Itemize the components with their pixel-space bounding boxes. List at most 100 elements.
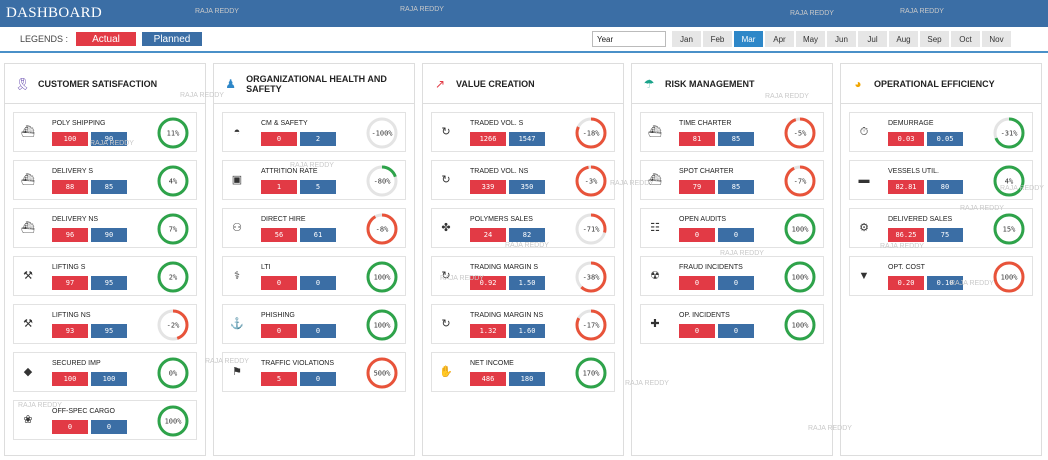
- ribbon-icon: 🎗: [15, 76, 31, 91]
- kpi-percent: 4%: [169, 178, 178, 186]
- kpi-card[interactable]: ◆ SECURED IMP 100 100 0%: [13, 352, 197, 392]
- ship-icon: ⛴: [648, 174, 662, 186]
- kpi-name: OFF-SPEC CARGO: [52, 408, 116, 415]
- kpi-card[interactable]: ↻ TRADED VOL. NS 339 350 -3%: [431, 160, 615, 200]
- kpi-name: LIFTING NS: [52, 312, 91, 319]
- month-oct-button[interactable]: Oct: [951, 31, 980, 47]
- kpi-card[interactable]: ⚇ DIRECT HIRE 56 61 -8%: [222, 208, 406, 248]
- kpi-card[interactable]: ⚕ LTI 0 0 100%: [222, 256, 406, 296]
- section-title: OPERATIONAL EFFICIENCY: [874, 78, 995, 89]
- kpi-planned-value: 180: [509, 372, 545, 386]
- kpi-planned-value: 95: [91, 276, 127, 290]
- kpi-percent: 0%: [169, 370, 178, 378]
- progress-ring: 15%: [993, 213, 1025, 245]
- ship-icon: ⛴: [21, 126, 35, 138]
- kpi-card[interactable]: ✚ OP. INCIDENTS 0 0 100%: [640, 304, 824, 344]
- month-jun-button[interactable]: Jun: [827, 31, 856, 47]
- kpi-card[interactable]: ◓ CM & SAFETY 0 2 -100%: [222, 112, 406, 152]
- kpi-card[interactable]: ❀ OFF-SPEC CARGO 0 0 100%: [13, 400, 197, 440]
- kpi-planned-value: 95: [91, 324, 127, 338]
- kpi-card[interactable]: ▼ OPT. COST 0.20 0.10 100%: [849, 256, 1033, 296]
- kpi-percent: 4%: [1005, 178, 1014, 186]
- incident-icon: ✚: [650, 318, 660, 330]
- kpi-card[interactable]: ⛴ SPOT CHARTER 79 85 -7%: [640, 160, 824, 200]
- kpi-card[interactable]: ↻ TRADING MARGIN NS 1.32 1.60 -17%: [431, 304, 615, 344]
- kpi-percent: -80%: [374, 178, 392, 186]
- month-aug-button[interactable]: Aug: [889, 31, 918, 47]
- kpi-name: ATTRITION RATE: [261, 168, 318, 175]
- progress-ring: 4%: [993, 165, 1025, 197]
- progress-ring: -80%: [366, 165, 398, 197]
- kpi-planned-value: 100: [91, 372, 127, 386]
- kpi-name: SECURED IMP: [52, 360, 101, 367]
- kpi-percent: 100%: [1001, 274, 1019, 282]
- kpi-percent: 100%: [374, 322, 392, 330]
- kpi-card[interactable]: ⛴ DELIVERY NS 96 90 7%: [13, 208, 197, 248]
- kpi-actual-value: 100: [52, 372, 88, 386]
- kpi-card[interactable]: ☷ OPEN AUDITS 0 0 100%: [640, 208, 824, 248]
- month-filter: Jan Feb Mar Apr May Jun Jul Aug Sep Oct Nov: [672, 31, 1013, 47]
- kpi-card[interactable]: ▣ ATTRITION RATE 1 5 -80%: [222, 160, 406, 200]
- kpi-actual-value: 79: [679, 180, 715, 194]
- section-organizational-health-and-safety: ♟ ORGANIZATIONAL HEALTH AND SAFETY ◓ CM & S…: [213, 63, 415, 456]
- kpi-percent: -38%: [583, 274, 601, 282]
- kpi-planned-value: 85: [718, 132, 754, 146]
- month-nov-button[interactable]: Nov: [982, 31, 1011, 47]
- money-cycle-icon: ↻: [441, 174, 451, 186]
- kpi-card[interactable]: ⚒ LIFTING S 97 95 2%: [13, 256, 197, 296]
- kpi-card[interactable]: ✋ NET INCOME 486 180 170%: [431, 352, 615, 392]
- kpi-card[interactable]: ⚓ PHISHING 0 0 100%: [222, 304, 406, 344]
- kpi-card[interactable]: ⚒ LIFTING NS 93 95 -2%: [13, 304, 197, 344]
- section-operational-efficiency: ◕ OPERATIONAL EFFICIENCY ⏱ DEMURRAGE 0.03 0.0…: [840, 63, 1042, 456]
- month-sep-button[interactable]: Sep: [920, 31, 949, 47]
- kpi-planned-value: 85: [91, 180, 127, 194]
- kpi-name: OPEN AUDITS: [679, 216, 727, 223]
- kpi-card[interactable]: ⚙ DELIVERED SALES 86.25 75 15%: [849, 208, 1033, 248]
- kpi-actual-value: 1.32: [470, 324, 506, 338]
- kpi-card[interactable]: ⏱ DEMURRAGE 0.03 0.05 -31%: [849, 112, 1033, 152]
- kpi-card[interactable]: ▬ VESSELS UTIL. 82.81 80 4%: [849, 160, 1033, 200]
- kpi-name: TIME CHARTER: [679, 120, 732, 127]
- section-title: ORGANIZATIONAL HEALTH AND SAFETY: [246, 73, 387, 94]
- kpi-planned-value: 80: [927, 180, 963, 194]
- kpi-name: POLY SHIPPING: [52, 120, 106, 127]
- kpi-percent: -3%: [585, 178, 598, 186]
- kpi-percent: 500%: [374, 370, 392, 378]
- kpi-actual-value: 1: [261, 180, 297, 194]
- progress-ring: 100%: [366, 309, 398, 341]
- kpi-card[interactable]: ⚑ TRAFFIC VIOLATIONS 5 0 500%: [222, 352, 406, 392]
- hook-icon: ⚓: [230, 318, 244, 330]
- kpi-card[interactable]: ⛴ POLY SHIPPING 100 90 11%: [13, 112, 197, 152]
- month-apr-button[interactable]: Apr: [765, 31, 794, 47]
- month-may-button[interactable]: May: [796, 31, 825, 47]
- month-jan-button[interactable]: Jan: [672, 31, 701, 47]
- kpi-card[interactable]: ↻ TRADED VOL. S 1266 1547 -18%: [431, 112, 615, 152]
- kpi-name: DELIVERY NS: [52, 216, 99, 223]
- kpi-percent: 100%: [792, 274, 810, 282]
- kpi-percent: 170%: [583, 370, 601, 378]
- kpi-card[interactable]: ↻ TRADING MARGIN S 0.92 1.50 -38%: [431, 256, 615, 296]
- section-title: CUSTOMER SATISFACTION: [38, 78, 158, 89]
- kpi-name: POLYMERS SALES: [470, 216, 533, 223]
- kpi-actual-value: 339: [470, 180, 506, 194]
- kpi-planned-value: 75: [927, 228, 963, 242]
- kpi-card[interactable]: ⛴ DELIVERY S 88 85 4%: [13, 160, 197, 200]
- kpi-planned-value: 1.60: [509, 324, 545, 338]
- kpi-card[interactable]: ⛴ TIME CHARTER 81 85 -5%: [640, 112, 824, 152]
- kpi-actual-value: 0: [679, 228, 715, 242]
- kpi-percent: -8%: [376, 226, 389, 234]
- kpi-planned-value: 61: [300, 228, 336, 242]
- year-filter[interactable]: Year: [592, 31, 666, 47]
- kpi-card[interactable]: ✤ POLYMERS SALES 24 82 -71%: [431, 208, 615, 248]
- kpi-card[interactable]: ☢ FRAUD INCIDENTS 0 0 100%: [640, 256, 824, 296]
- month-jul-button[interactable]: Jul: [858, 31, 887, 47]
- ship-icon: ⛴: [21, 222, 35, 234]
- kpi-percent: -31%: [1001, 130, 1019, 138]
- month-feb-button[interactable]: Feb: [703, 31, 732, 47]
- kpi-name: CM & SAFETY: [261, 120, 308, 127]
- kpi-planned-value: 90: [91, 228, 127, 242]
- kpi-name: LIFTING S: [52, 264, 86, 271]
- month-mar-button[interactable]: Mar: [734, 31, 763, 47]
- progress-ring: 100%: [993, 261, 1025, 293]
- kpi-planned-value: 0: [718, 276, 754, 290]
